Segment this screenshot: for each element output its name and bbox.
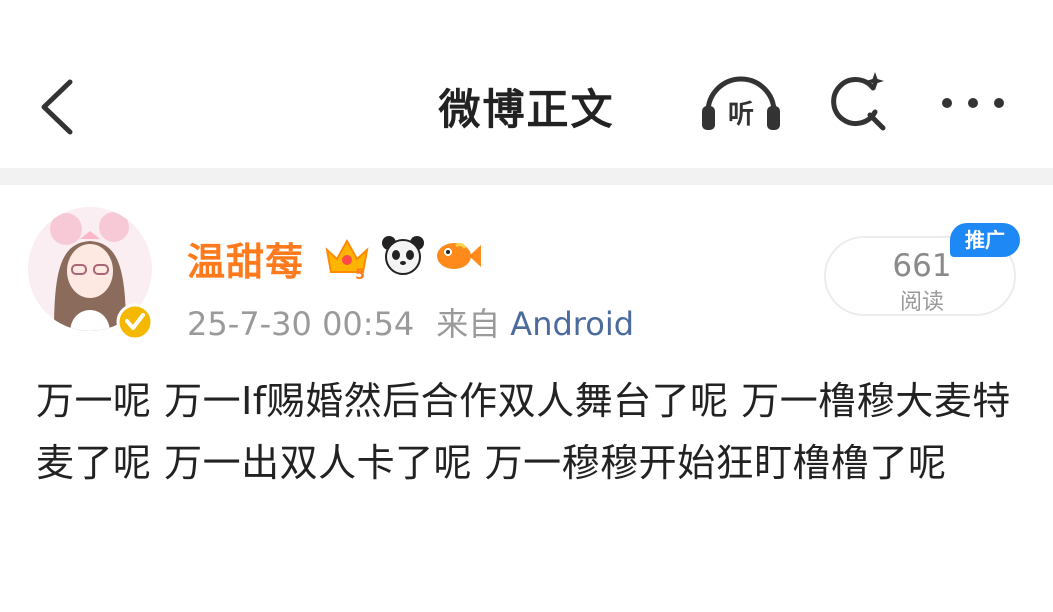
post-timestamp: 25-7-30 00:54 xyxy=(187,305,415,343)
read-label: 阅读 xyxy=(899,290,944,315)
verified-badge-icon xyxy=(116,303,154,341)
listen-label: 听 xyxy=(728,100,754,130)
search-button[interactable] xyxy=(823,66,893,136)
navigation-bar: 微博正文 听 xyxy=(0,0,1053,168)
vip-level: 5 xyxy=(355,267,365,282)
headphones-icon: 听 xyxy=(702,76,780,130)
fish-badge-icon[interactable] xyxy=(432,232,482,278)
post-meta: 25-7-30 00:54 来自 Android xyxy=(187,299,634,345)
section-divider xyxy=(0,168,1053,185)
search-icon xyxy=(831,72,886,131)
more-options-button[interactable] xyxy=(935,78,1015,128)
author-avatar[interactable] xyxy=(28,207,160,341)
page-title: 微博正文 xyxy=(438,85,615,134)
source-device-link[interactable]: Android xyxy=(510,305,634,343)
listen-button[interactable]: 听 xyxy=(696,66,786,136)
panda-badge-icon[interactable] xyxy=(380,232,426,278)
promote-button[interactable]: 推广 xyxy=(950,223,1020,257)
author-name[interactable]: 温甜莓 xyxy=(187,231,304,286)
source-prefix: 来自 xyxy=(436,305,501,343)
more-dots-icon xyxy=(942,98,1004,108)
post-content: 万一呢 万一If赐婚然后合作双人舞台了呢 万一橹穆大麦特麦了呢 万一出双人卡了呢… xyxy=(36,379,1011,485)
crown-vip-badge-icon[interactable]: 5 xyxy=(322,232,372,282)
